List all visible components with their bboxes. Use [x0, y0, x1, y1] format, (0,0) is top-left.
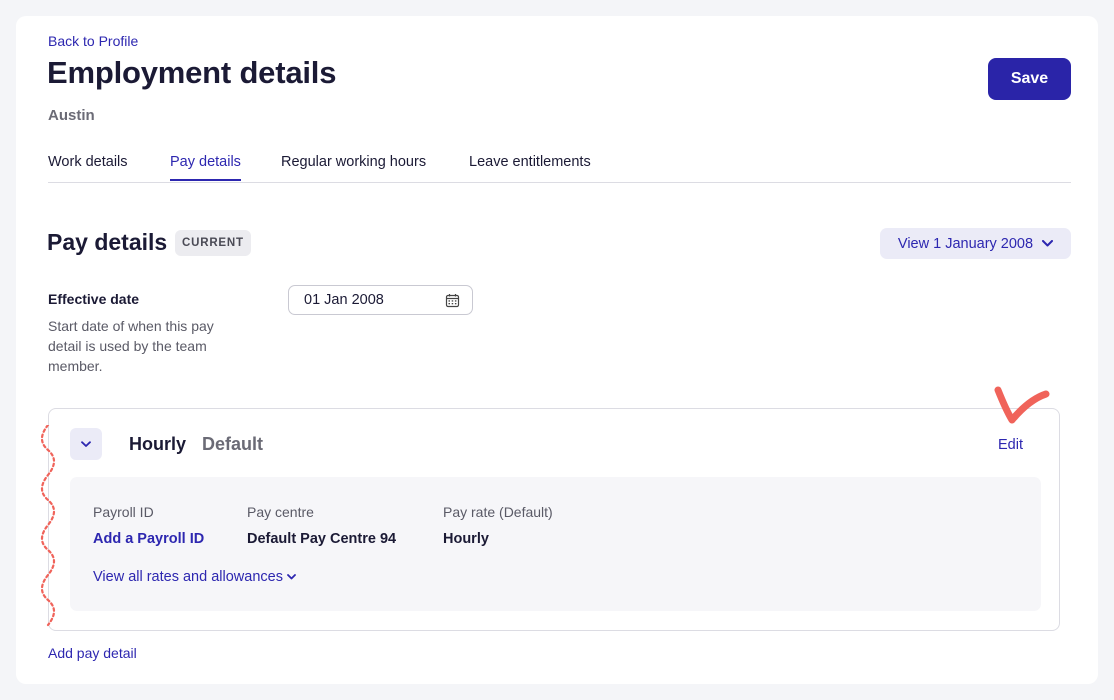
- tab-work-details[interactable]: Work details: [48, 154, 128, 179]
- add-payroll-id-link[interactable]: Add a Payroll ID: [93, 531, 204, 547]
- chevron-down-icon: [287, 574, 296, 580]
- page-title: Employment details: [47, 55, 337, 90]
- tab-bar: Work details Pay details Regular working…: [48, 144, 1071, 183]
- pay-detail-title: Hourly: [129, 434, 187, 454]
- view-rates-link[interactable]: View all rates and allowances: [93, 569, 296, 585]
- back-to-profile-link[interactable]: Back to Profile: [48, 33, 138, 49]
- add-pay-detail-link[interactable]: Add pay detail: [48, 645, 137, 661]
- pay-centre-label: Pay centre: [247, 504, 314, 520]
- effective-date-value: 01 Jan 2008: [304, 292, 384, 308]
- edit-link[interactable]: Edit: [998, 437, 1023, 453]
- tab-regular-working-hours[interactable]: Regular working hours: [281, 154, 426, 179]
- view-date-dropdown-label: View 1 January 2008: [897, 235, 1034, 252]
- section-title: Pay details: [47, 229, 168, 255]
- annotation-checkmark: [994, 386, 1050, 424]
- save-button[interactable]: Save: [988, 58, 1071, 100]
- chevron-down-icon: [1042, 240, 1054, 247]
- view-date-dropdown[interactable]: View 1 January 2008: [880, 228, 1071, 259]
- chevron-down-icon: [81, 440, 91, 447]
- collapse-toggle-button[interactable]: [70, 428, 102, 460]
- annotation-squiggle: [40, 425, 56, 627]
- tab-pay-details[interactable]: Pay details: [170, 154, 241, 181]
- effective-date-input[interactable]: 01 Jan 2008: [288, 285, 473, 315]
- pay-detail-summary: Payroll ID Add a Payroll ID Pay centre D…: [70, 477, 1041, 611]
- status-badge: CURRENT: [175, 230, 251, 256]
- pay-detail-subtitle: Default: [202, 434, 264, 454]
- pay-rate-label: Pay rate (Default): [443, 504, 553, 520]
- view-rates-label: View all rates and allowances: [93, 569, 283, 585]
- employee-name: Austin: [48, 107, 95, 124]
- effective-date-label: Effective date: [48, 291, 140, 307]
- effective-date-help: Start date of when this pay detail is us…: [48, 318, 214, 374]
- calendar-icon[interactable]: [445, 293, 460, 308]
- payroll-id-label: Payroll ID: [93, 504, 154, 520]
- tab-leave-entitlements[interactable]: Leave entitlements: [469, 154, 591, 179]
- pay-centre-value: Default Pay Centre 94: [247, 531, 397, 547]
- pay-detail-card: Hourly Default Edit Payroll ID Add a Pay…: [48, 408, 1060, 631]
- pay-rate-value: Hourly: [443, 531, 489, 547]
